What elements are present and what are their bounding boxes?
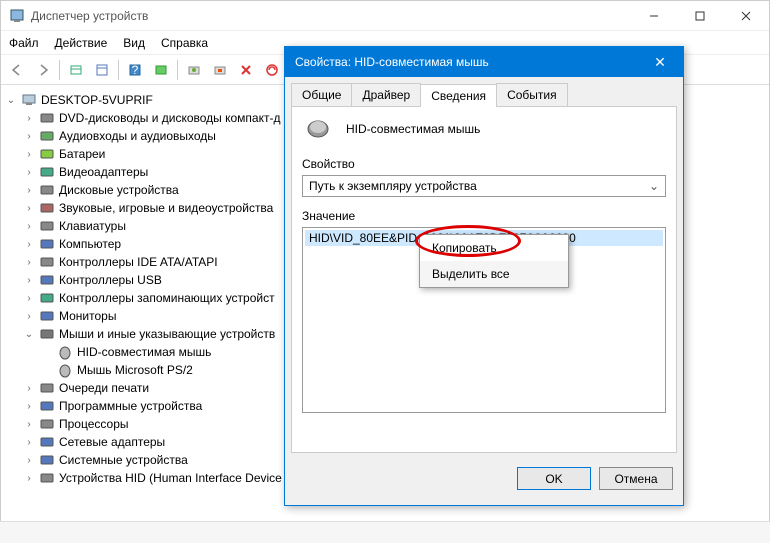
tab-general[interactable]: Общие [291,83,352,106]
chevron-right-icon[interactable]: › [23,455,35,466]
chevron-right-icon[interactable]: › [23,383,35,394]
uninstall-button[interactable] [208,58,232,82]
chevron-right-icon[interactable]: › [23,257,35,268]
category-icon [39,452,55,468]
menu-file[interactable]: Файл [9,36,39,50]
chevron-down-icon: ⌄ [649,179,659,193]
device-name: HID-совместимая мышь [346,122,480,136]
chevron-right-icon[interactable]: › [23,437,35,448]
minimize-button[interactable] [631,1,677,31]
chevron-right-icon[interactable]: › [23,275,35,286]
chevron-down-icon[interactable]: ⌄ [23,329,35,340]
tab-events[interactable]: События [496,83,568,106]
chevron-right-icon[interactable]: › [23,203,35,214]
statusbar [0,521,770,543]
chevron-right-icon[interactable]: › [23,311,35,322]
tab-details[interactable]: Сведения [420,84,497,107]
titlebar: Диспетчер устройств [1,1,769,31]
properties-button[interactable] [90,58,114,82]
category-icon [39,290,55,306]
chevron-right-icon[interactable]: › [23,221,35,232]
chevron-right-icon[interactable]: › [23,131,35,142]
svg-text:?: ? [132,63,139,77]
category-icon [39,470,55,486]
category-icon [39,398,55,414]
help-button[interactable]: ? [123,58,147,82]
category-icon [39,200,55,216]
chevron-right-icon[interactable]: › [23,113,35,124]
category-icon [39,308,55,324]
tab-content: HID-совместимая мышь Свойство Путь к экз… [291,107,677,453]
update-driver-button[interactable] [182,58,206,82]
back-button[interactable] [5,58,29,82]
property-dropdown[interactable]: Путь к экземпляру устройства ⌄ [302,175,666,197]
chevron-right-icon[interactable]: › [23,401,35,412]
mouse-icon [302,117,334,141]
category-icon [39,272,55,288]
category-icon [39,236,55,252]
show-hidden-button[interactable] [64,58,88,82]
mouse-icon [57,362,73,378]
maximize-button[interactable] [677,1,723,31]
category-icon [39,164,55,180]
value-listbox[interactable]: HID\VID_80EE&PID_0021\6&1E8DE507&0&0000 … [302,227,666,413]
category-icon [39,254,55,270]
ok-button[interactable]: OK [517,467,591,490]
dialog-close-button[interactable]: ✕ [637,47,683,77]
chevron-right-icon[interactable]: › [23,239,35,250]
property-dropdown-value: Путь к экземпляру устройства [309,179,477,193]
context-select-all[interactable]: Выделить все [420,261,568,287]
context-menu: Копировать Выделить все [419,234,569,288]
chevron-down-icon[interactable]: ⌄ [5,95,17,106]
category-icon [39,434,55,450]
forward-button[interactable] [31,58,55,82]
category-icon [39,182,55,198]
menu-action[interactable]: Действие [55,36,108,50]
close-button[interactable] [723,1,769,31]
dialog-tabs: Общие Драйвер Сведения События [291,83,677,107]
value-label: Значение [302,209,666,223]
context-copy[interactable]: Копировать [420,235,568,261]
category-icon [39,128,55,144]
dialog-titlebar: Свойства: HID-совместимая мышь ✕ [285,47,683,77]
chevron-right-icon[interactable]: › [23,167,35,178]
disable-button[interactable] [234,58,258,82]
category-icon [39,326,55,342]
enable-button[interactable] [260,58,284,82]
category-icon [39,110,55,126]
device-header: HID-совместимая мышь [302,117,666,141]
scan-button[interactable] [149,58,173,82]
computer-icon [21,92,37,108]
app-icon [9,8,25,24]
property-label: Свойство [302,157,666,171]
window-title: Диспетчер устройств [31,9,631,23]
category-icon [39,416,55,432]
dialog-buttons: OK Отмена [285,459,683,498]
chevron-right-icon[interactable]: › [23,149,35,160]
chevron-right-icon[interactable]: › [23,419,35,430]
category-icon [39,218,55,234]
menu-help[interactable]: Справка [161,36,208,50]
cancel-button[interactable]: Отмена [599,467,673,490]
chevron-right-icon[interactable]: › [23,473,35,484]
category-icon [39,380,55,396]
tab-driver[interactable]: Драйвер [351,83,421,106]
chevron-right-icon[interactable]: › [23,185,35,196]
menu-view[interactable]: Вид [123,36,145,50]
category-icon [39,146,55,162]
dialog-title: Свойства: HID-совместимая мышь [295,55,637,69]
properties-dialog: Свойства: HID-совместимая мышь ✕ Общие Д… [284,46,684,506]
chevron-right-icon[interactable]: › [23,293,35,304]
mouse-icon [57,344,73,360]
window-controls [631,1,769,31]
